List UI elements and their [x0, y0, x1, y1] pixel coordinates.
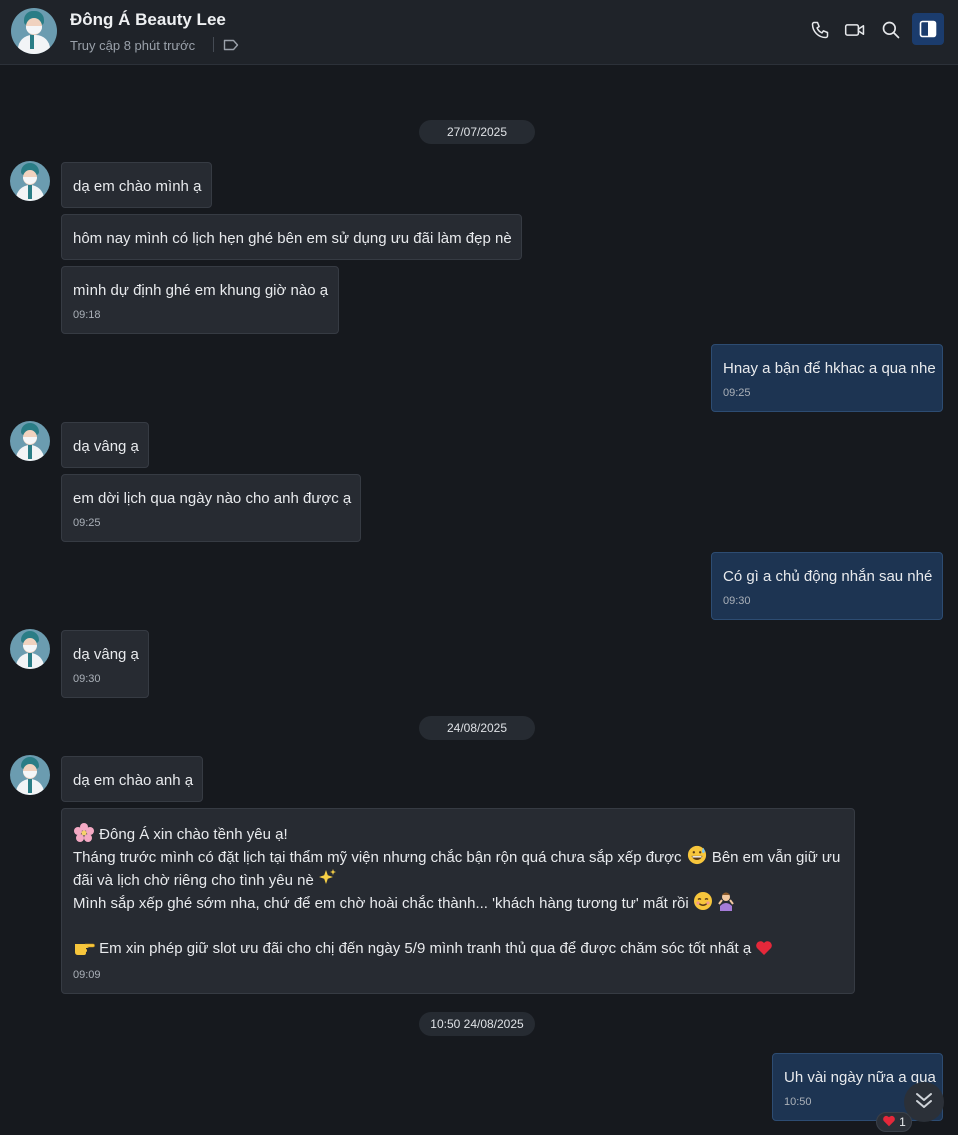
- text-line: Em xin phép giữ slot ưu đãi cho chị đến …: [99, 940, 752, 957]
- text-line: đãi và lịch chờ riêng cho tình yêu nè: [73, 872, 314, 889]
- search-icon[interactable]: [879, 16, 903, 44]
- last-seen-status: Truy cập 8 phút trước: [70, 38, 196, 53]
- message-text: mình dự định ghé em khung giờ nào ạ: [73, 282, 329, 299]
- contact-avatar[interactable]: [11, 8, 57, 54]
- date-separator: 10:50 24/08/2025: [419, 1012, 535, 1036]
- phone-icon[interactable]: [808, 16, 832, 44]
- message-time: 09:30: [73, 673, 101, 685]
- message-bubble[interactable]: mình dự định ghé em khung giờ nào ạ 09:1…: [61, 266, 339, 334]
- date-separator: 24/08/2025: [419, 716, 535, 740]
- sender-avatar[interactable]: [10, 161, 50, 201]
- message-bubble[interactable]: dạ vâng ạ 09:30: [61, 630, 149, 698]
- video-call-icon[interactable]: [843, 16, 867, 44]
- message-time: 09:18: [73, 309, 101, 321]
- date-separator: 27/07/2025: [419, 120, 535, 144]
- side-panel-icon[interactable]: [912, 13, 944, 45]
- text-line: Mình sắp xếp ghé sớm nha, chứ để em chờ …: [73, 895, 689, 912]
- message-bubble-outgoing[interactable]: Có gì a chủ động nhắn sau nhé 09:30: [711, 552, 943, 620]
- message-text: em dời lịch qua ngày nào cho anh được ạ: [73, 490, 352, 507]
- message-time: 09:30: [723, 595, 751, 607]
- heart-icon: [882, 1115, 896, 1130]
- message-text: dạ vâng ạ: [73, 646, 139, 663]
- pointing-right-icon: [73, 938, 95, 963]
- divider: [213, 37, 214, 52]
- message-bubble[interactable]: Đông Á xin chào tềnh yêu ạ! Tháng trước …: [61, 808, 855, 994]
- greeting-line: Đông Á xin chào tềnh yêu ạ!: [99, 826, 288, 843]
- sender-avatar[interactable]: [10, 755, 50, 795]
- message-time: 09:09: [73, 969, 101, 981]
- message-time: 09:25: [73, 517, 101, 529]
- chat-header: Đông Á Beauty Lee Truy cập 8 phút trước: [0, 0, 958, 65]
- smiling-emoji-icon: [693, 891, 713, 918]
- scroll-to-bottom-button[interactable]: [904, 1082, 944, 1122]
- double-chevron-down-icon: [913, 1089, 935, 1116]
- sweat-smile-emoji-icon: [686, 845, 708, 872]
- reaction-badge[interactable]: 1: [876, 1112, 912, 1132]
- message-text: dạ vâng ạ: [73, 438, 139, 455]
- message-bubble-outgoing[interactable]: Hnay a bận để hkhac a qua nhe 09:25: [711, 344, 943, 412]
- message-time: 09:25: [723, 387, 751, 399]
- message-bubble[interactable]: hôm nay mình có lịch hẹn ghé bên em sử d…: [61, 214, 522, 260]
- message-text: Hnay a bận để hkhac a qua nhe: [723, 360, 936, 377]
- message-time: 10:50: [784, 1096, 812, 1108]
- person-gesturing-icon: [717, 891, 735, 918]
- message-text: dạ em chào mình ạ: [73, 178, 202, 195]
- message-bubble[interactable]: dạ em chào anh ạ: [61, 756, 203, 802]
- text-line: Bên em vẫn giữ ưu: [711, 849, 841, 866]
- message-text: Đông Á xin chào tềnh yêu ạ! Tháng trước …: [73, 822, 840, 960]
- message-text: hôm nay mình có lịch hẹn ghé bên em sử d…: [73, 230, 512, 247]
- message-text: Có gì a chủ động nhắn sau nhé: [723, 568, 933, 585]
- contact-name[interactable]: Đông Á Beauty Lee: [70, 10, 226, 30]
- message-text: dạ em chào anh ạ: [73, 772, 194, 789]
- heart-icon: [755, 940, 773, 963]
- message-text: Uh vài ngày nữa a qua: [784, 1069, 936, 1086]
- sender-avatar[interactable]: [10, 629, 50, 669]
- message-bubble[interactable]: dạ vâng ạ: [61, 422, 149, 468]
- sender-avatar[interactable]: [10, 421, 50, 461]
- tag-icon[interactable]: [223, 38, 239, 52]
- text-line: Tháng trước mình có đặt lịch tại thẩm mỹ…: [73, 849, 682, 866]
- message-bubble[interactable]: dạ em chào mình ạ: [61, 162, 212, 208]
- reaction-count: 1: [899, 1115, 906, 1129]
- message-bubble[interactable]: em dời lịch qua ngày nào cho anh được ạ …: [61, 474, 361, 542]
